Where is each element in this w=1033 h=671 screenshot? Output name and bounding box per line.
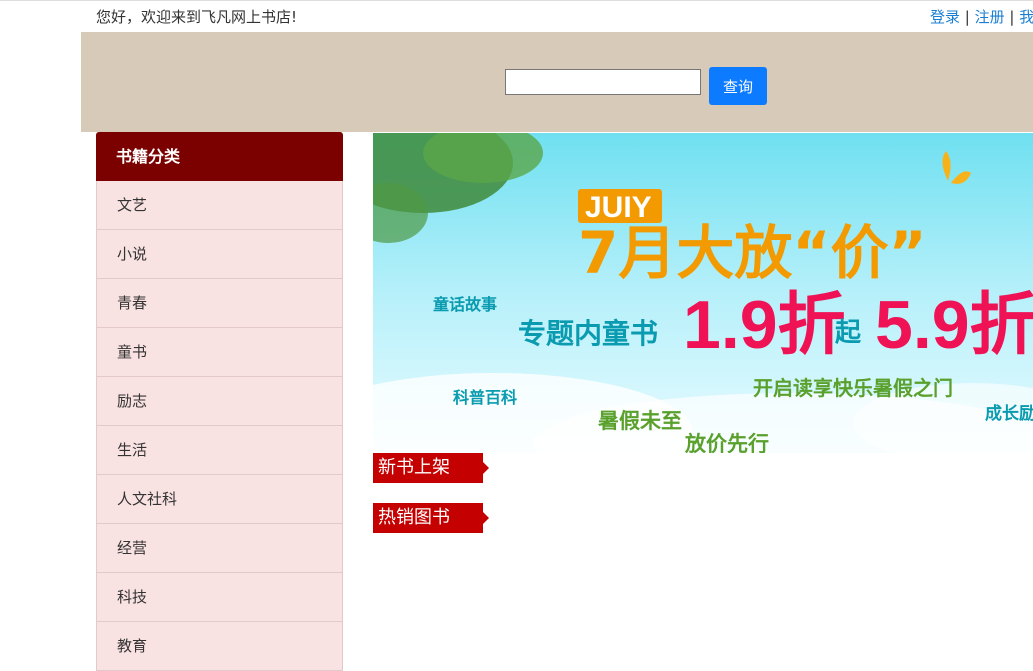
sidebar-item-wenyi[interactable]: 文艺 [96,181,343,230]
sidebar-item-jiaoyu[interactable]: 教育 [96,622,343,671]
login-link[interactable]: 登录 [930,8,960,26]
banner-price-high: 5.9折 [875,287,1033,363]
banner-qi: 起 [835,318,862,348]
banner-tagline: 开启读享快乐暑假之门 [753,376,953,400]
sidebar-item-xiaoshuo[interactable]: 小说 [96,230,343,279]
sidebar-item-shenghuo[interactable]: 生活 [96,426,343,475]
my-account-link[interactable]: 我 [1019,8,1033,26]
category-sidebar: 书籍分类 文艺 小说 青春 童书 励志 生活 人文社科 经营 科技 教育 [96,132,343,671]
search-button[interactable]: 查询 [709,67,767,105]
sidebar-item-tongshu[interactable]: 童书 [96,328,343,377]
banner-tag-fangjia: 放价先行 [684,432,769,453]
header-search-area: 查询 [81,32,1033,132]
banner-tag-chengzhang: 成长励 [985,403,1033,424]
banner-headline: 7月大放“价” [578,219,927,287]
banner-price-low: 1.9折 [683,287,846,363]
banner-subtitle: 专题内童书 [518,317,658,350]
banner-tag-tonghua: 童话故事 [433,295,497,314]
sidebar-item-keji[interactable]: 科技 [96,573,343,622]
banner-tag-kepu: 科普百科 [453,388,517,407]
separator: | [960,8,975,26]
top-bar: 您好，欢迎来到飞凡网上书店! 登录 | 注册 | 我 [0,0,1033,33]
sidebar-item-lizhi[interactable]: 励志 [96,377,343,426]
section-new-books: 新书上架 [373,453,489,483]
search-input[interactable] [505,69,701,95]
sidebar-item-qingchun[interactable]: 青春 [96,279,343,328]
sidebar-item-jingying[interactable]: 经营 [96,524,343,573]
sidebar-item-renwen[interactable]: 人文社科 [96,475,343,524]
promo-banner[interactable]: JUIY 7月大放“价” 童话故事 专题内童书 1.9折 起 5.9折 科普百科… [373,133,1033,453]
sidebar-title: 书籍分类 [96,132,343,181]
banner-tag-shujia: 暑假未至 [598,409,682,433]
welcome-text: 您好，欢迎来到飞凡网上书店! [96,8,298,26]
section-hot-books: 热销图书 [373,503,489,533]
separator: | [1004,8,1020,26]
register-link[interactable]: 注册 [975,8,1005,26]
top-links: 登录 | 注册 | 我 [930,6,1033,27]
banner-graphic: JUIY 7月大放“价” 童话故事 专题内童书 1.9折 起 5.9折 科普百科… [373,133,1033,453]
